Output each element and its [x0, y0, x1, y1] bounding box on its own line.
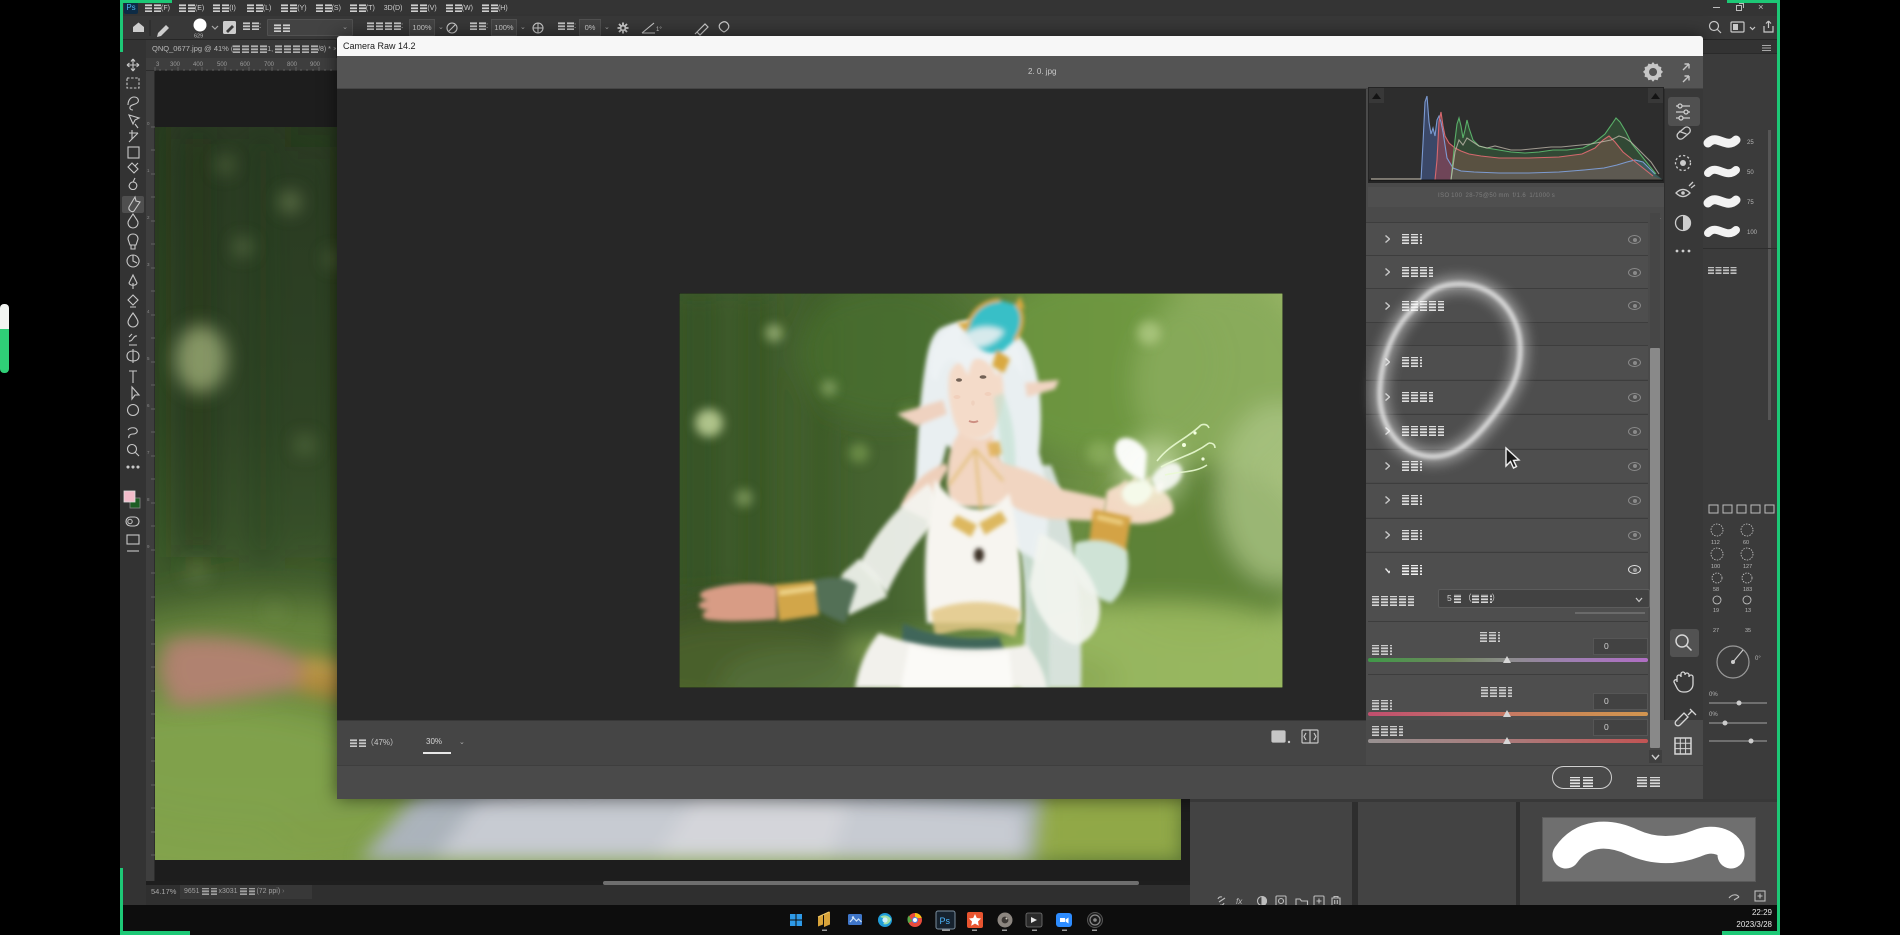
svg-text:9: 9 — [147, 544, 150, 549]
svg-text:0°: 0° — [1755, 656, 1761, 662]
svg-text:500: 500 — [217, 62, 228, 68]
svg-text:35: 35 — [1745, 628, 1751, 634]
svg-text:13: 13 — [1745, 608, 1751, 614]
svg-text:112: 112 — [1711, 540, 1720, 546]
svg-text:6: 6 — [147, 403, 150, 408]
svg-text:8: 8 — [147, 497, 150, 502]
svg-text:100: 100 — [1711, 564, 1720, 570]
svg-text:629: 629 — [194, 34, 203, 40]
svg-text:27: 27 — [1713, 628, 1719, 634]
svg-text:1°: 1° — [656, 27, 662, 33]
svg-text:58: 58 — [1713, 587, 1719, 593]
svg-text:4: 4 — [147, 309, 150, 314]
svg-text:700: 700 — [264, 62, 275, 68]
svg-text:60: 60 — [1743, 540, 1749, 546]
svg-text:1: 1 — [147, 168, 150, 173]
svg-text:2: 2 — [147, 215, 150, 220]
svg-text:0%: 0% — [1709, 692, 1718, 698]
svg-text:100: 100 — [1747, 230, 1758, 236]
svg-text:19: 19 — [1713, 608, 1719, 614]
svg-text:0: 0 — [147, 121, 150, 126]
svg-text:183: 183 — [1743, 587, 1752, 593]
svg-text:0%: 0% — [1709, 712, 1718, 718]
svg-text:75: 75 — [1747, 200, 1754, 206]
svg-text:3: 3 — [156, 62, 160, 68]
svg-text:25: 25 — [1747, 140, 1754, 146]
svg-text:Ps: Ps — [940, 916, 951, 926]
svg-text:3: 3 — [147, 262, 150, 267]
svg-text:127: 127 — [1743, 564, 1752, 570]
svg-text:5: 5 — [147, 356, 150, 361]
svg-text:300: 300 — [170, 62, 181, 68]
svg-text:50: 50 — [1747, 170, 1754, 176]
svg-text:7: 7 — [147, 450, 150, 455]
